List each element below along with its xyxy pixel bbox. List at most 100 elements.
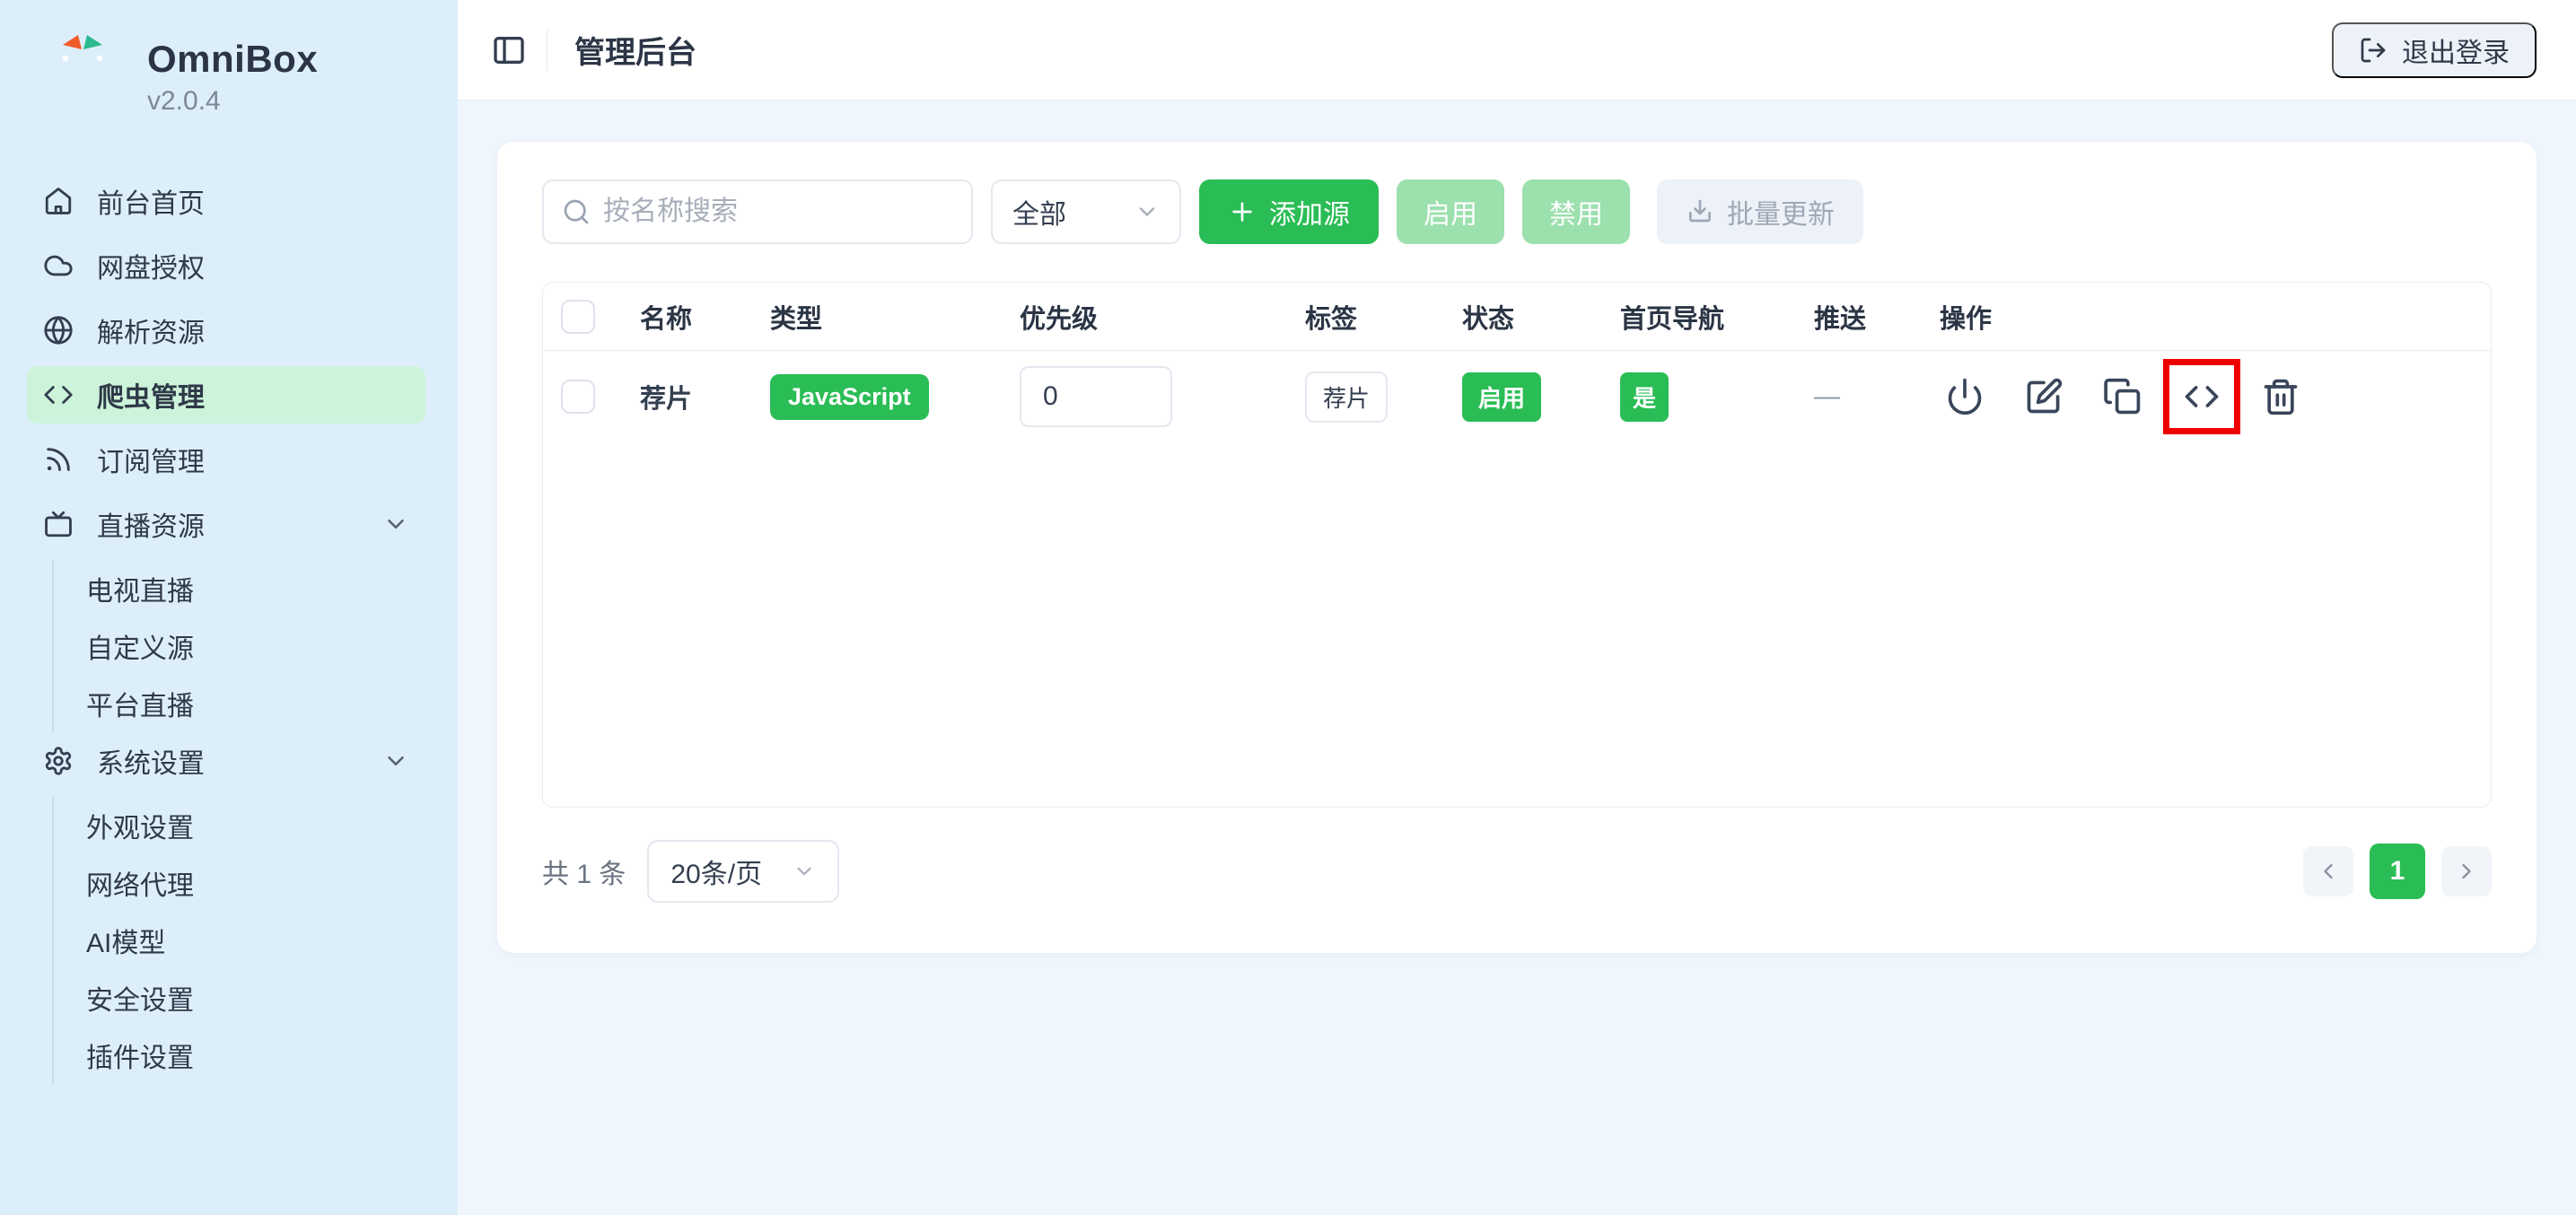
priority-input[interactable] (1020, 366, 1172, 427)
sidebar: OmniBox v2.0.4 前台首页 网盘授权 解析资源 爬虫管理 订阅管理 … (0, 0, 458, 1215)
chevron-left-icon (2316, 859, 2341, 884)
chevron-down-icon (793, 860, 816, 883)
page-size-value: 20条/页 (670, 852, 762, 891)
sidebar-item-parse-resources[interactable]: 解析资源 (27, 302, 425, 359)
sidebar-item-network-proxy[interactable]: 网络代理 (54, 854, 425, 912)
sidebar-item-subscription[interactable]: 订阅管理 (27, 431, 425, 488)
home-nav-cell: 是 (1620, 372, 1814, 422)
code-icon (43, 380, 74, 410)
type-filter-select[interactable]: 全部 (991, 179, 1181, 244)
table-row: 荐片 JavaScript 荐片 启用 是 — (543, 351, 2491, 442)
sidebar-item-label: 安全设置 (86, 978, 194, 1018)
edit-icon[interactable] (2024, 377, 2063, 416)
type-cell: JavaScript (770, 374, 1020, 420)
chevron-down-icon (382, 747, 409, 774)
column-header-type: 类型 (770, 298, 1020, 336)
batch-update-label: 批量更新 (1727, 192, 1835, 232)
toolbar: 全部 添加源 启用 禁用 批量更新 (542, 179, 2492, 244)
current-page-button[interactable]: 1 (2370, 844, 2425, 899)
sidebar-item-ai-model[interactable]: AI模型 (54, 912, 425, 969)
app-logo-row: OmniBox v2.0.4 (27, 32, 425, 122)
sidebar-item-label: 网盘授权 (97, 246, 205, 285)
crawler-card: 全部 添加源 启用 禁用 批量更新 (497, 142, 2537, 953)
tag-cell: 荐片 (1305, 371, 1462, 423)
type-filter-value: 全部 (1012, 192, 1066, 232)
sidebar-item-custom-source[interactable]: 自定义源 (54, 617, 425, 675)
sidebar-item-label: 自定义源 (86, 626, 194, 666)
column-header-status: 状态 (1462, 298, 1620, 336)
column-header-actions: 操作 (1940, 298, 2491, 336)
cloud-icon (43, 250, 74, 281)
status-badge: 启用 (1462, 372, 1541, 422)
download-icon (1686, 197, 1714, 226)
app-version: v2.0.4 (147, 86, 318, 117)
enable-button[interactable]: 启用 (1397, 179, 1504, 244)
sidebar-item-label: 解析资源 (97, 310, 205, 350)
sidebar-item-tv-live[interactable]: 电视直播 (54, 560, 425, 617)
logout-label: 退出登录 (2402, 31, 2510, 70)
sidebar-item-label: 外观设置 (86, 806, 194, 845)
column-header-home-nav: 首页导航 (1620, 298, 1814, 336)
sidebar-item-label: 平台直播 (86, 684, 194, 723)
app-name: OmniBox (147, 38, 318, 81)
column-header-tag: 标签 (1305, 298, 1462, 336)
content-area: 全部 添加源 启用 禁用 批量更新 (458, 101, 2576, 1215)
add-source-button[interactable]: 添加源 (1199, 179, 1379, 244)
select-all-checkbox[interactable] (561, 300, 595, 334)
search-box (542, 179, 973, 244)
sidebar-item-cloud-auth[interactable]: 网盘授权 (27, 237, 425, 294)
sidebar-item-appearance[interactable]: 外观设置 (54, 797, 425, 854)
chevron-down-icon (382, 511, 409, 538)
batch-update-button[interactable]: 批量更新 (1657, 179, 1863, 244)
sidebar-item-label: 直播资源 (97, 504, 205, 544)
sidebar-item-live-resources[interactable]: 直播资源 (27, 495, 425, 553)
disable-label: 禁用 (1549, 192, 1603, 232)
header-divider (547, 30, 548, 71)
sidebar-item-platform-live[interactable]: 平台直播 (54, 675, 425, 732)
chevron-right-icon (2454, 859, 2479, 884)
prev-page-button[interactable] (2303, 846, 2353, 896)
add-source-label: 添加源 (1269, 192, 1350, 232)
home-icon (43, 186, 74, 216)
next-page-button[interactable] (2441, 846, 2492, 896)
type-badge: JavaScript (770, 374, 929, 420)
sidebar-item-security[interactable]: 安全设置 (54, 969, 425, 1027)
search-icon (562, 197, 591, 226)
sidebar-item-label: AI模型 (86, 921, 165, 960)
sidebar-item-label: 系统设置 (97, 741, 205, 781)
app-identity: OmniBox v2.0.4 (147, 38, 318, 117)
search-input[interactable] (603, 197, 953, 227)
gear-icon (43, 746, 74, 776)
sidebar-nav: 前台首页 网盘授权 解析资源 爬虫管理 订阅管理 直播资源 电视直播 自定义源 … (27, 172, 425, 1084)
sidebar-toggle-icon[interactable] (491, 32, 527, 68)
globe-icon (43, 315, 74, 345)
page-size-select[interactable]: 20条/页 (647, 840, 839, 903)
source-code-icon[interactable] (2182, 377, 2221, 416)
total-count-text: 共 1 条 (542, 852, 626, 891)
tv-icon (43, 509, 74, 539)
live-resources-children: 电视直播 自定义源 平台直播 (52, 560, 425, 732)
column-header-priority: 优先级 (1020, 298, 1305, 336)
sidebar-item-label: 电视直播 (86, 569, 194, 608)
sidebar-item-label: 网络代理 (86, 863, 194, 903)
sidebar-item-front-home[interactable]: 前台首页 (27, 172, 425, 230)
column-header-name: 名称 (640, 298, 770, 336)
chevron-down-icon (1135, 199, 1160, 224)
logout-button[interactable]: 退出登录 (2332, 22, 2537, 78)
delete-icon[interactable] (2261, 377, 2300, 416)
tag-chip: 荐片 (1305, 371, 1388, 423)
row-checkbox[interactable] (561, 380, 595, 414)
disable-button[interactable]: 禁用 (1522, 179, 1630, 244)
row-actions (1940, 359, 2491, 434)
sidebar-item-system-settings[interactable]: 系统设置 (27, 732, 425, 790)
push-cell: — (1814, 382, 1940, 412)
sidebar-item-plugins[interactable]: 插件设置 (54, 1027, 425, 1084)
sidebar-item-label: 爬虫管理 (97, 375, 205, 415)
sidebar-item-crawler-management[interactable]: 爬虫管理 (27, 366, 425, 424)
main-area: 管理后台 退出登录 全部 添加源 (458, 0, 2576, 1215)
table-header-row: 名称 类型 优先级 标签 状态 首页导航 推送 操作 (543, 283, 2491, 351)
copy-icon[interactable] (2103, 377, 2142, 416)
power-toggle-icon[interactable] (1945, 377, 1985, 416)
pagination: 共 1 条 20条/页 1 (542, 840, 2492, 903)
page-title: 管理后台 (574, 28, 697, 72)
